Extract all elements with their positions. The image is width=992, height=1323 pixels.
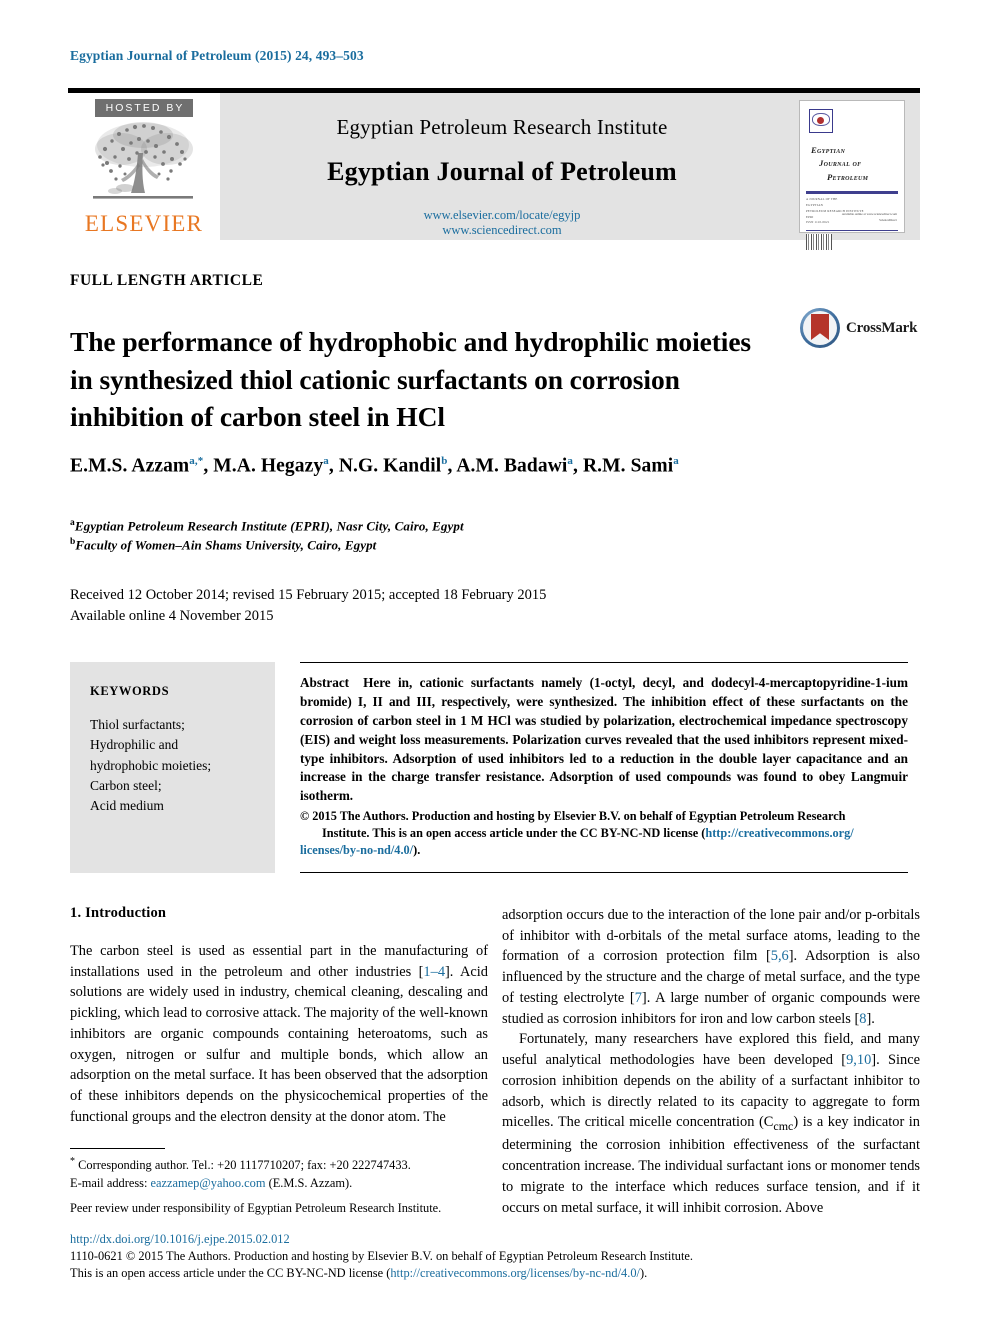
crossmark-icon [800, 308, 840, 348]
doi-link[interactable]: http://dx.doi.org/10.1016/j.ejpe.2015.02… [70, 1231, 920, 1248]
intro-p1c-text-d: ]. [866, 1010, 875, 1027]
author-name[interactable]: N.G. Kandil [339, 456, 441, 477]
keyword-item[interactable]: Acid medium [90, 796, 257, 816]
cover-title-line2: Journal of [819, 158, 862, 169]
cover-sciencedirect-note: Available online at www.sciencedirect.co… [842, 212, 897, 224]
author-name[interactable]: M.A. Hegazy [213, 456, 323, 477]
cmc-subscript: cmc [773, 1119, 794, 1134]
masthead-inner: HOSTED BY ELSEVIER Egyptian Petroleum Re… [68, 93, 920, 251]
sciencedirect-link[interactable]: www.sciencedirect.com [220, 223, 784, 238]
footnote-rule [70, 1148, 165, 1150]
footer-copyright-line1: 1110-0621 © 2015 The Authors. Production… [70, 1249, 694, 1264]
footer-license-text: This is an open access article under the… [70, 1266, 391, 1281]
footnote-block: * Corresponding author. Tel.: +20 111771… [70, 1148, 488, 1224]
elsevier-tree-icon [68, 119, 220, 211]
journal-cover-block: Egyptian Journal of Petroleum A JOURNAL … [784, 93, 920, 251]
affiliation-item: aEgyptian Petroleum Research Institute (… [70, 517, 464, 536]
page-footer: http://dx.doi.org/10.1016/j.ejpe.2015.02… [70, 1231, 920, 1283]
footnote-star-marker: * [70, 1156, 75, 1168]
author-affiliation-marker[interactable]: a,* [189, 455, 203, 467]
email-owner: (E.M.S. Azzam). [268, 1176, 353, 1191]
journal-masthead: HOSTED BY ELSEVIER Egyptian Petroleum Re… [68, 88, 920, 251]
abstract-body: Here in, cationic surfactants namely (1-… [300, 675, 908, 804]
cc-license-link-part1[interactable]: http://creativecommons.org/ [705, 826, 853, 840]
article-history: Received 12 October 2014; revised 15 Feb… [70, 585, 546, 627]
article-first-page: Egyptian Journal of Petroleum (2015) 24,… [0, 0, 992, 1323]
intro-paragraph-1: The carbon steel is used as essential pa… [70, 941, 488, 1128]
abstract-text: Abstract Here in, cationic surfactants na… [300, 674, 908, 806]
footer-cc-license-link[interactable]: http://creativecommons.org/licenses/by-n… [390, 1266, 640, 1280]
crossmark-badge[interactable]: CrossMark [800, 308, 917, 348]
corresponding-author-text: Corresponding author. Tel.: +20 11177102… [78, 1158, 411, 1173]
journal-homepage-link[interactable]: www.elsevier.com/locate/egyjp [220, 208, 784, 223]
abstract-top-rule [300, 662, 908, 663]
keyword-item[interactable]: Hydrophilic and [90, 735, 257, 755]
abstract-copyright-line3: ). [413, 842, 421, 857]
publisher-name: Egyptian Petroleum Research Institute [336, 115, 668, 139]
author-name[interactable]: E.M.S. Azzam [70, 456, 189, 477]
article-type-label: FULL LENGTH ARTICLE [70, 272, 264, 289]
author-name[interactable]: A.M. Badawi [456, 456, 567, 477]
corresponding-author-note: * Corresponding author. Tel.: +20 111771… [70, 1155, 488, 1192]
journal-urls: www.elsevier.com/locate/egyjp www.scienc… [220, 208, 784, 239]
affiliation-list: aEgyptian Petroleum Research Institute (… [70, 517, 464, 555]
keywords-heading: KEYWORDS [90, 684, 170, 698]
running-head: Egyptian Journal of Petroleum (2015) 24,… [70, 48, 364, 63]
intro-paragraph-2: Fortunately, many researchers have explo… [502, 1029, 920, 1218]
citation-7[interactable]: 7 [635, 990, 642, 1006]
hosted-by-badge: HOSTED BY [94, 99, 194, 117]
cover-sd-line2: ScienceDirect [879, 218, 897, 223]
affiliation-text: Egyptian Petroleum Research Institute (E… [74, 518, 464, 534]
keywords-list: Thiol surfactants; Hydrophilic and hydroph… [90, 715, 257, 816]
email-link[interactable]: eazzamep@yahoo.com [151, 1176, 266, 1190]
author-name[interactable]: R.M. Sami [583, 456, 673, 477]
elsevier-wordmark: ELSEVIER [84, 211, 204, 236]
cover-title-line1: Egyptian [811, 145, 846, 155]
author-list: E.M.S. Azzama,*, M.A. Hegazy a, N.G. Kand… [70, 455, 920, 478]
citation-9-10[interactable]: 9,10 [846, 1052, 871, 1068]
section-heading-introduction: 1. Introduction [70, 905, 167, 921]
intro-paragraph-1-cont: adsorption occurs due to the interaction… [502, 905, 920, 1029]
abstract-copyright: © 2015 The Authors. Production and hosti… [300, 808, 908, 859]
barcode-icon [806, 234, 832, 251]
intro-p1-text-b: ]. Acid solutions are widely used in ind… [70, 963, 488, 1125]
affiliation-text: Faculty of Women–Ain Shams University, C… [75, 537, 377, 553]
footer-license-close: ). [639, 1266, 648, 1281]
abstract-label: Abstract [300, 675, 350, 690]
citation-8[interactable]: 8 [859, 1011, 866, 1027]
email-label: E-mail address: [70, 1176, 148, 1191]
author-affiliation-marker[interactable]: a [673, 455, 679, 467]
journal-title: Egyptian Journal of Petroleum [327, 157, 677, 186]
citation-1-4[interactable]: 1–4 [423, 964, 445, 980]
abstract-bottom-rule [300, 872, 908, 873]
keyword-item[interactable]: Carbon steel; [90, 776, 257, 796]
cover-bottom-rule [806, 230, 898, 232]
abstract-copyright-line1: © 2015 The Authors. Production and hosti… [300, 809, 846, 823]
page-title: The performance of hydrophobic and hydro… [70, 326, 752, 433]
received-dates: Received 12 October 2014; revised 15 Feb… [70, 587, 547, 603]
keywords-box: KEYWORDS Thiol surfactants; Hydrophilic a… [70, 662, 275, 873]
author-separator: , [203, 455, 214, 477]
author-separator: , [328, 455, 339, 477]
cover-title-line3: Petroleum [827, 171, 869, 182]
citation-5-6[interactable]: 5,6 [771, 948, 789, 964]
body-column-left: 1. Introduction The carbon steel is used… [70, 905, 488, 1128]
keyword-item[interactable]: Thiol surfactants; [90, 715, 257, 735]
cc-license-link-part2[interactable]: licenses/by-no-nd/4.0/ [300, 843, 413, 857]
journal-cover-thumbnail: Egyptian Journal of Petroleum A JOURNAL … [799, 100, 905, 251]
abstract-copyright-line2: Institute. This is an open access articl… [322, 825, 706, 840]
masthead-center: Egyptian Petroleum Research Institute Eg… [220, 93, 784, 240]
elsevier-logo-block: HOSTED BY ELSEVIER [68, 93, 220, 240]
author-separator: , [447, 455, 457, 477]
keyword-item[interactable]: hydrophobic moieties; [90, 756, 257, 776]
crossmark-label: CrossMark [846, 319, 918, 336]
available-online-date: Available online 4 November 2015 [70, 608, 274, 625]
body-column-right: adsorption occurs due to the interaction… [502, 905, 920, 1218]
author-separator: , [573, 455, 583, 477]
affiliation-item: bFaculty of Women–Ain Shams University, … [70, 536, 464, 555]
epri-seal-icon [809, 109, 833, 133]
cover-rule [806, 190, 898, 194]
cover-title: Egyptian Journal of Petroleum [811, 144, 898, 184]
peer-review-note: Peer review under responsibility of Egyp… [70, 1200, 442, 1215]
